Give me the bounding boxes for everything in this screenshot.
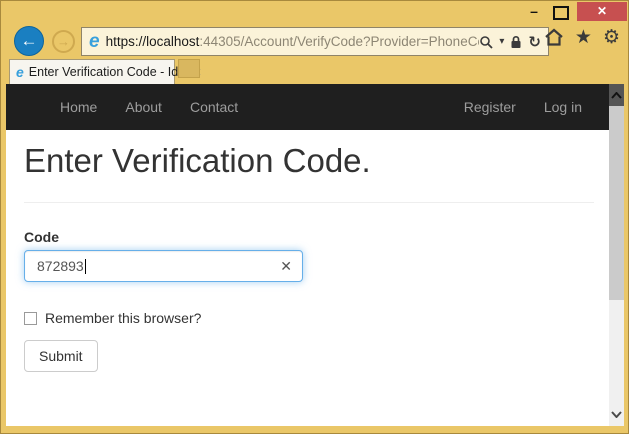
nav-item-about[interactable]: About bbox=[111, 84, 176, 130]
close-button[interactable]: ✕ bbox=[577, 2, 627, 21]
back-arrow-icon: ← bbox=[21, 31, 38, 50]
forward-arrow-icon: → bbox=[57, 34, 70, 49]
remember-browser-label: Remember this browser? bbox=[45, 310, 201, 326]
maximize-button[interactable] bbox=[553, 6, 569, 20]
remember-browser-checkbox[interactable] bbox=[24, 312, 37, 325]
page-title: Enter Verification Code. bbox=[24, 142, 371, 180]
new-tab-button[interactable] bbox=[178, 59, 200, 78]
code-input-value: 872893 bbox=[37, 258, 84, 274]
nav-item-login[interactable]: Log in bbox=[530, 84, 596, 130]
tab-title: Enter Verification Code - Id... bbox=[29, 65, 189, 79]
tab-favicon-icon: e bbox=[16, 63, 24, 82]
home-icon[interactable] bbox=[544, 28, 564, 47]
favorites-star-icon[interactable]: ★ bbox=[575, 28, 592, 47]
back-button[interactable]: ← bbox=[14, 26, 44, 56]
refresh-icon[interactable]: ↻ bbox=[528, 35, 541, 49]
address-bar[interactable]: e https://localhost:44305/Account/Verify… bbox=[81, 27, 549, 56]
browser-action-icons: ★ ⚙ bbox=[544, 28, 620, 47]
url-path: :44305/Account/VerifyCode?Provider=Phone… bbox=[199, 34, 479, 49]
code-input[interactable]: 872893 ✕ bbox=[24, 250, 303, 282]
chevron-down-icon[interactable]: ▾ bbox=[499, 36, 504, 47]
tab-bar: e Enter Verification Code - Id... ✕ bbox=[1, 59, 628, 84]
forward-button[interactable]: → bbox=[52, 30, 75, 53]
url-text[interactable]: https://localhost:44305/Account/VerifyCo… bbox=[106, 34, 480, 49]
navbar-right: Register Log in bbox=[450, 84, 596, 130]
search-icon[interactable] bbox=[479, 35, 493, 49]
tab-enter-verification-code[interactable]: e Enter Verification Code - Id... ✕ bbox=[9, 59, 175, 84]
nav-item-register[interactable]: Register bbox=[450, 84, 530, 130]
code-label: Code bbox=[24, 229, 59, 245]
scroll-down-button[interactable] bbox=[609, 404, 624, 424]
scroll-up-button[interactable] bbox=[609, 84, 624, 106]
nav-item-home[interactable]: Home bbox=[46, 84, 111, 130]
lock-icon bbox=[510, 35, 522, 49]
chevron-up-icon bbox=[611, 92, 622, 99]
vertical-scrollbar[interactable] bbox=[609, 84, 624, 426]
browser-window: – ✕ ← → e https://localhost:44305/Accoun… bbox=[0, 0, 629, 434]
nav-item-contact[interactable]: Contact bbox=[176, 84, 252, 130]
browser-toolbar: ← → e https://localhost:44305/Account/Ve… bbox=[1, 23, 628, 59]
minimize-button[interactable]: – bbox=[525, 4, 543, 20]
scrollbar-thumb[interactable] bbox=[609, 106, 624, 300]
address-bar-icons: ▾ ↻ bbox=[479, 35, 548, 49]
settings-gear-icon[interactable]: ⚙ bbox=[603, 28, 620, 47]
site-navbar: Home About Contact Register Log in bbox=[6, 84, 609, 130]
title-bar: – ✕ bbox=[1, 1, 628, 23]
remember-browser-row: Remember this browser? bbox=[24, 310, 201, 326]
url-host: https://localhost bbox=[106, 34, 200, 49]
divider bbox=[24, 202, 594, 203]
ie-page-icon: e bbox=[89, 32, 100, 51]
submit-button[interactable]: Submit bbox=[24, 340, 98, 372]
chevron-down-icon bbox=[611, 411, 622, 418]
navbar-left: Home About Contact bbox=[46, 84, 252, 130]
page-viewport: Home About Contact Register Log in Enter… bbox=[6, 84, 624, 426]
clear-input-icon[interactable]: ✕ bbox=[280, 259, 292, 273]
text-cursor bbox=[85, 259, 86, 274]
